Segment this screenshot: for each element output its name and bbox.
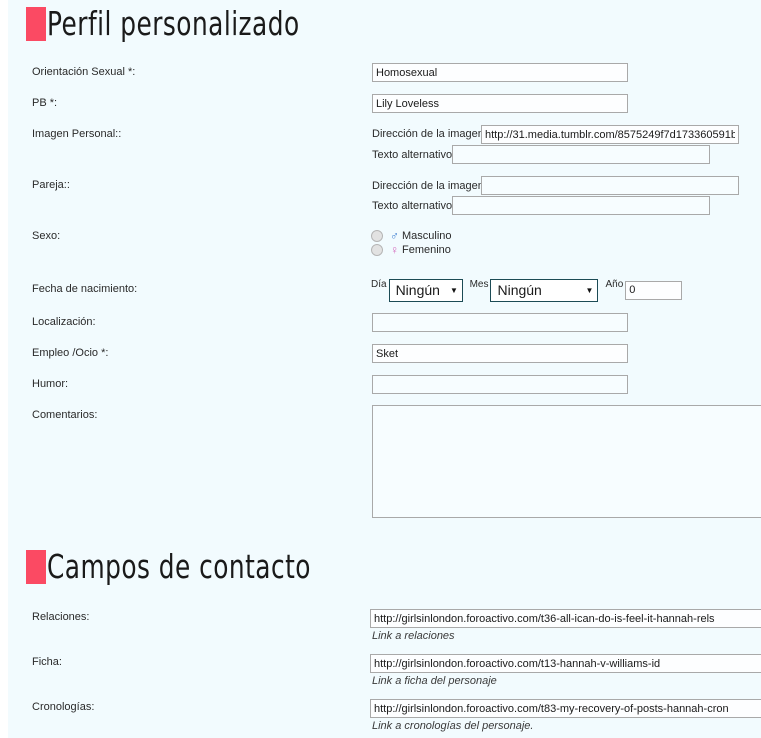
input-anio[interactable]: [625, 280, 683, 300]
select-dia-value: Ningún: [395, 282, 440, 298]
label-cronologias: Cronologías:: [32, 701, 95, 713]
heading-accent-swatch: [26, 550, 46, 584]
label-empleo-ocio: Empleo /Ocio *:: [32, 347, 109, 359]
female-symbol-icon: ♀: [390, 242, 399, 257]
select-dia[interactable]: Ningún ▼: [388, 278, 463, 302]
label-humor: Humor:: [32, 378, 69, 390]
radio-label-femenino: Femenino: [402, 243, 451, 256]
label-dia: Día: [371, 279, 387, 290]
label-orientacion-sexual: Orientación Sexual *:: [32, 66, 136, 78]
chevron-down-icon: ▼: [585, 285, 594, 295]
label-imagen-personal: Imagen Personal::: [32, 128, 122, 140]
date-of-birth-row: Día Ningún ▼ Mes Ningún ▼ Año: [371, 278, 683, 302]
label-pareja-url: Dirección de la imagen: [372, 180, 484, 192]
section-title-profile: Perfil personalizado: [47, 5, 300, 43]
hint-relaciones: Link a relaciones: [372, 630, 455, 642]
section-heading-contact: Campos de contacto: [26, 547, 334, 587]
radio-option-femenino[interactable]: ♀ Femenino: [371, 242, 451, 257]
radio-masculino[interactable]: [371, 229, 383, 242]
label-comentarios: Comentarios:: [32, 409, 98, 421]
input-orientacion-sexual[interactable]: [372, 63, 628, 82]
label-pb: PB *:: [32, 97, 58, 109]
select-mes-value: Ningún: [497, 282, 542, 298]
radio-option-masculino[interactable]: ♂ Masculino: [371, 228, 452, 243]
hint-cronologias: Link a cronologías del personaje.: [372, 720, 534, 732]
label-mes: Mes: [469, 279, 489, 290]
label-imagen-personal-url: Dirección de la imagen: [372, 128, 484, 140]
profile-form-page: Perfil personalizado Orientación Sexual …: [0, 0, 761, 738]
radio-label-masculino: Masculino: [402, 229, 452, 242]
label-sexo: Sexo:: [32, 230, 61, 242]
input-pareja-url[interactable]: [481, 176, 739, 195]
label-imagen-personal-alt: Texto alternativo: [372, 149, 453, 161]
label-pareja-alt: Texto alternativo: [372, 200, 453, 212]
label-anio: Año: [605, 279, 624, 290]
label-pareja: Pareja::: [32, 179, 70, 191]
input-humor[interactable]: [372, 375, 628, 394]
label-ficha: Ficha:: [32, 656, 62, 668]
input-relaciones[interactable]: [370, 609, 761, 628]
input-pareja-alt[interactable]: [452, 196, 710, 215]
input-cronologias[interactable]: [370, 699, 761, 718]
select-mes[interactable]: Ningún ▼: [490, 278, 599, 302]
section-heading-profile: Perfil personalizado: [26, 4, 322, 44]
textarea-comentarios[interactable]: [372, 405, 761, 518]
label-fecha-nacimiento: Fecha de nacimiento:: [32, 283, 138, 295]
input-ficha[interactable]: [370, 654, 761, 673]
input-pb[interactable]: [372, 94, 628, 113]
input-localizacion[interactable]: [372, 313, 628, 332]
section-title-contact: Campos de contacto: [47, 548, 311, 586]
radio-femenino[interactable]: [371, 243, 383, 256]
label-localizacion: Localización:: [32, 316, 96, 328]
input-imagen-personal-alt[interactable]: [452, 145, 710, 164]
input-empleo-ocio[interactable]: [372, 344, 628, 363]
label-relaciones: Relaciones:: [32, 611, 90, 623]
male-symbol-icon: ♂: [390, 228, 399, 243]
heading-accent-swatch: [26, 7, 46, 41]
chevron-down-icon: ▼: [449, 285, 458, 295]
hint-ficha: Link a ficha del personaje: [372, 675, 497, 687]
input-imagen-personal-url[interactable]: [481, 125, 739, 144]
